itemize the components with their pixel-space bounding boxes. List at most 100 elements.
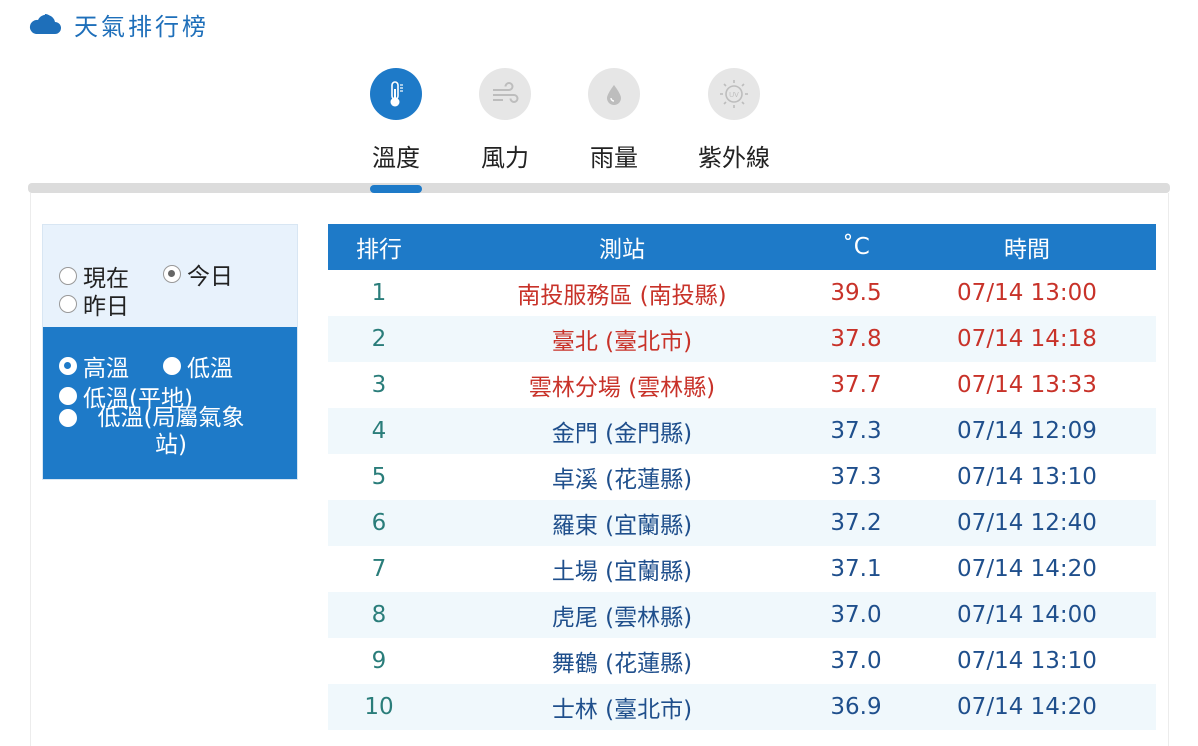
radio-circle-selected: [59, 357, 77, 375]
radio-circle: [59, 267, 77, 285]
page-title: 天氣排行榜: [74, 12, 209, 41]
svg-text:UV: UV: [729, 92, 739, 99]
radio-label: 昨日: [83, 294, 129, 320]
station-cell[interactable]: 羅東 (宜蘭縣): [430, 500, 814, 546]
time-cell: 07/14 12:40: [898, 500, 1156, 546]
time-cell: 07/14 13:00: [957, 280, 1097, 306]
time-cell: 07/14 14:18: [898, 316, 1156, 362]
time-cell: 07/14 13:10: [957, 648, 1097, 674]
rank-cell: 8: [328, 592, 430, 638]
column-header-time[interactable]: 時間: [898, 224, 1156, 270]
temperature-cell: 37.2: [814, 500, 898, 546]
table-row: 7 土場 (宜蘭縣) 37.1 07/14 14:20: [328, 546, 1156, 592]
table-row: 1 南投服務區 (南投縣) 39.5 07/14 13:00: [328, 270, 1156, 316]
table-row: 4 金門 (金門縣) 37.3 07/14 12:09: [328, 408, 1156, 454]
radio-high-temp[interactable]: 高溫: [59, 349, 129, 383]
radio-circle: [59, 387, 77, 405]
radio-circle-selected: [163, 265, 181, 283]
ranking-table: 排行 測站 ˚C 時間 1 南投服務區 (南投縣) 39.5 07/14 13:…: [328, 224, 1156, 730]
tab-rain[interactable]: 雨量: [554, 68, 674, 173]
table-row: 3 雲林分場 (雲林縣) 37.7 07/14 13:33: [328, 362, 1156, 408]
uv-sun-icon: UV: [720, 80, 748, 108]
tab-track: [28, 183, 1170, 193]
temperature-cell: 37.1: [830, 556, 882, 582]
rank-cell: 7: [371, 556, 387, 582]
raindrop-icon: [607, 85, 621, 105]
rank-cell: 10: [328, 684, 430, 730]
table-header-row: 排行 測站 ˚C 時間: [328, 224, 1156, 270]
tab-icon-circle: [588, 68, 640, 120]
active-tab-indicator: [370, 185, 422, 193]
radio-circle: [59, 295, 77, 313]
column-header-rank[interactable]: 排行: [328, 224, 430, 270]
temperature-cell: 39.5: [830, 280, 882, 306]
rank-cell: 1: [371, 280, 387, 306]
table-row: 6 羅東 (宜蘭縣) 37.2 07/14 12:40: [328, 500, 1156, 546]
table-row: 5 卓溪 (花蓮縣) 37.3 07/14 13:10: [328, 454, 1156, 500]
column-header-temperature[interactable]: ˚C: [814, 224, 898, 270]
station-cell[interactable]: 舞鶴 (花蓮縣): [430, 638, 814, 684]
tab-icon-circle: UV: [708, 68, 760, 120]
page-header: 天氣排行榜: [28, 8, 209, 41]
radio-label: 低溫: [187, 356, 233, 382]
time-cell: 07/14 14:00: [898, 592, 1156, 638]
tab-label: 紫外線: [698, 144, 770, 172]
cloud-icon: [29, 14, 61, 34]
tab-temperature[interactable]: 溫度: [336, 68, 456, 173]
rank-cell: 4: [328, 408, 430, 454]
station-cell[interactable]: 臺北 (臺北市): [430, 316, 814, 362]
tab-icon-circle: [479, 68, 531, 120]
wind-icon: [493, 82, 519, 103]
time-cell: 07/14 12:09: [898, 408, 1156, 454]
temperature-cell: 36.9: [814, 684, 898, 730]
weather-ranking-page: 天氣排行榜 溫度 風力 雨量 UV 紫外線 現在 今日 昨日 高溫 低溫 低溫(…: [0, 0, 1198, 746]
temperature-cell: 37.8: [814, 316, 898, 362]
table-row: 8 虎尾 (雲林縣) 37.0 07/14 14:00: [328, 592, 1156, 638]
rank-cell: 6: [328, 500, 430, 546]
temperature-cell: 37.3: [814, 408, 898, 454]
table-row: 10 士林 (臺北市) 36.9 07/14 14:20: [328, 684, 1156, 730]
tab-label: 溫度: [372, 144, 420, 172]
category-tabs: 溫度 風力 雨量 UV 紫外線: [0, 68, 1198, 192]
radio-yesterday[interactable]: 昨日: [59, 287, 129, 321]
station-cell[interactable]: 土場 (宜蘭縣): [430, 546, 814, 592]
time-cell: 07/14 13:33: [957, 372, 1097, 398]
time-cell: 07/14 13:10: [957, 464, 1097, 490]
radio-circle: [59, 409, 77, 427]
thermometer-icon: [390, 81, 403, 107]
time-cell: 07/14 14:20: [898, 684, 1156, 730]
rank-cell: 5: [371, 464, 387, 490]
radio-label: 今日: [187, 264, 233, 290]
temperature-cell: 37.7: [830, 372, 882, 398]
tab-label: 風力: [481, 144, 529, 172]
radio-circle: [163, 357, 181, 375]
radio-low-temp[interactable]: 低溫: [163, 349, 233, 383]
tab-label: 雨量: [590, 144, 638, 172]
rank-cell: 9: [371, 648, 387, 674]
radio-today[interactable]: 今日: [163, 257, 233, 291]
temperature-cell: 37.3: [830, 464, 882, 490]
tab-icon-circle: [370, 68, 422, 120]
table-row: 2 臺北 (臺北市) 37.8 07/14 14:18: [328, 316, 1156, 362]
column-header-station[interactable]: 測站: [430, 224, 814, 270]
filter-panel: 現在 今日 昨日 高溫 低溫 低溫(平地) 低溫(局屬氣象站): [42, 224, 298, 480]
station-cell[interactable]: 金門 (金門縣): [430, 408, 814, 454]
radio-label: 高溫: [83, 356, 129, 382]
station-cell[interactable]: 雲林分場 (雲林縣): [430, 362, 814, 408]
table-row: 9 舞鶴 (花蓮縣) 37.0 07/14 13:10: [328, 638, 1156, 684]
temperature-cell: 37.0: [814, 592, 898, 638]
radio-label-low-station: 低溫(局屬氣象站): [97, 405, 245, 458]
radio-low-temp-station[interactable]: [59, 409, 77, 427]
rank-cell: 2: [328, 316, 430, 362]
period-filter: 現在 今日 昨日: [43, 225, 297, 327]
rank-cell: 3: [371, 372, 387, 398]
station-cell[interactable]: 卓溪 (花蓮縣): [430, 454, 814, 500]
station-cell[interactable]: 士林 (臺北市): [430, 684, 814, 730]
time-cell: 07/14 14:20: [957, 556, 1097, 582]
tab-wind[interactable]: 風力: [445, 68, 565, 173]
tab-uv[interactable]: UV 紫外線: [674, 68, 794, 173]
temperature-cell: 37.0: [830, 648, 882, 674]
station-cell[interactable]: 虎尾 (雲林縣): [430, 592, 814, 638]
type-filter: 高溫 低溫 低溫(平地) 低溫(局屬氣象站): [43, 327, 297, 479]
station-cell[interactable]: 南投服務區 (南投縣): [430, 270, 814, 316]
